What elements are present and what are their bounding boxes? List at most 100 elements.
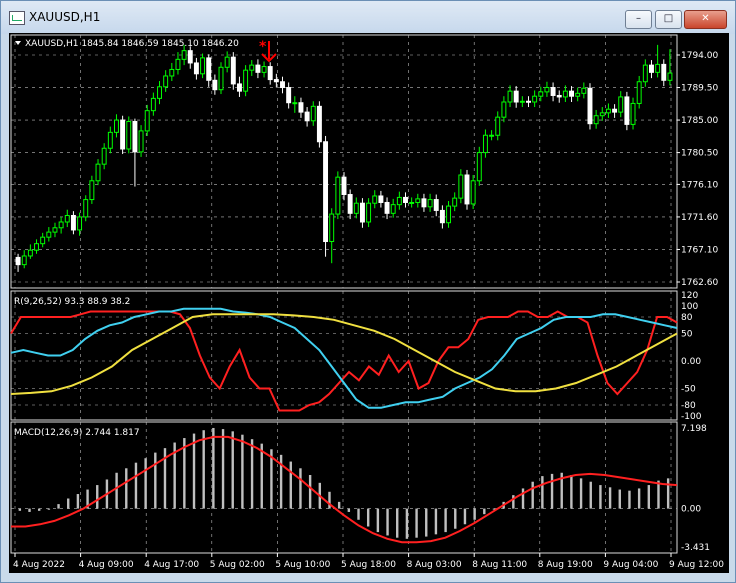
- candle: [446, 201, 452, 228]
- candle: [58, 216, 64, 234]
- indicator-axis-label: 0.00: [681, 357, 701, 367]
- macd-bar: [550, 473, 554, 509]
- macd-bar: [115, 472, 118, 509]
- macd-bar: [434, 508, 438, 535]
- candle: [224, 51, 230, 73]
- macd-bar: [347, 508, 351, 512]
- candle: [70, 211, 76, 235]
- candle: [64, 209, 70, 228]
- candle: [587, 83, 593, 130]
- candle: [113, 114, 119, 138]
- sell-arrow-marker: *: [259, 39, 277, 63]
- panel-collapse-icon[interactable]: [15, 41, 21, 45]
- candle: [562, 85, 568, 102]
- candle: [507, 85, 513, 108]
- macd-bar: [396, 508, 399, 538]
- indicator-axis-label: 100: [681, 302, 698, 312]
- candle: [144, 104, 150, 136]
- time-axis-label: 8 Aug 03:00: [407, 560, 462, 570]
- chart-area[interactable]: XAUUSD,H1 1845.84 1846.59 1845.10 1846.2…: [9, 33, 729, 573]
- time-axis-label: 9 Aug 12:00: [669, 560, 724, 570]
- chart-canvas[interactable]: XAUUSD,H1 1845.84 1846.59 1845.10 1846.2…: [9, 33, 729, 573]
- candle: [470, 175, 476, 209]
- candle: [169, 62, 175, 82]
- candle: [538, 86, 544, 102]
- macd-bar: [454, 508, 457, 529]
- candle: [618, 91, 624, 118]
- candle: [107, 126, 113, 154]
- candle: [15, 253, 21, 272]
- candle: [175, 52, 181, 75]
- macd-bar: [366, 508, 370, 527]
- candle: [550, 82, 556, 102]
- candle: [439, 205, 445, 229]
- price-axis-label: 1780.50: [681, 149, 718, 159]
- candle: [218, 62, 224, 95]
- price-axis-label: 1794.00: [681, 51, 718, 61]
- candle: [495, 111, 501, 141]
- candle: [433, 194, 439, 217]
- candle: [526, 96, 531, 108]
- candle: [556, 90, 562, 103]
- candle: [403, 192, 408, 208]
- close-button[interactable]: ✕: [684, 10, 727, 29]
- macd-bar: [647, 485, 651, 509]
- macd-bar: [483, 508, 486, 515]
- macd-bar: [512, 495, 515, 509]
- candle: [280, 76, 285, 94]
- candle: [77, 212, 83, 236]
- candle: [630, 97, 636, 130]
- candle: [304, 107, 310, 127]
- candle: [359, 198, 365, 228]
- candle: [519, 96, 525, 108]
- macd-bar: [37, 508, 41, 511]
- macd-bar: [260, 443, 263, 509]
- macd-bar: [134, 462, 138, 509]
- macd-bar: [599, 485, 602, 509]
- candle: [593, 109, 599, 129]
- candle: [132, 118, 138, 187]
- maximize-button[interactable]: □: [655, 10, 682, 29]
- panel-frame: [10, 34, 678, 289]
- macd-axis-label: -3.431: [681, 543, 710, 553]
- title-bar[interactable]: XAUUSD,H1 – □ ✕: [1, 1, 735, 34]
- candle: [163, 70, 169, 92]
- macd-bar: [125, 468, 128, 509]
- candle: [21, 250, 27, 269]
- candle: [353, 197, 359, 219]
- candle: [452, 192, 458, 212]
- time-axis-label: 8 Aug 19:00: [538, 560, 593, 570]
- macd-bar: [405, 508, 409, 539]
- svg-text:*: *: [259, 39, 267, 55]
- macd-axis-label: 0.00: [681, 505, 701, 515]
- price-axis-label: 1771.60: [681, 213, 718, 223]
- candle: [636, 75, 642, 109]
- candle: [612, 104, 618, 118]
- candle: [655, 44, 661, 78]
- window-title: XAUUSD,H1: [29, 10, 101, 24]
- candle: [476, 146, 482, 186]
- candle: [193, 57, 199, 80]
- candle: [120, 115, 126, 155]
- candle: [95, 159, 101, 186]
- price-axis-label: 1789.50: [681, 84, 718, 94]
- candle: [187, 46, 193, 69]
- macd-bar: [241, 434, 244, 509]
- time-axis-label: 8 Aug 11:00: [472, 560, 527, 570]
- macd-bar: [28, 508, 31, 512]
- minimize-button[interactable]: –: [625, 10, 652, 29]
- macd-bar: [570, 474, 573, 509]
- price-panel-header: XAUUSD,H1 1845.84 1846.59 1845.10 1846.2…: [25, 39, 239, 49]
- candle: [89, 175, 95, 204]
- macd-bar: [221, 429, 225, 509]
- macd-bar: [666, 478, 670, 509]
- candle: [347, 189, 353, 220]
- panel-frame: [10, 421, 678, 554]
- candle: [200, 53, 206, 79]
- macd-bar: [628, 490, 631, 509]
- candle: [415, 193, 421, 208]
- candle: [157, 81, 162, 105]
- macd-bar: [541, 476, 544, 509]
- time-axis-label: 9 Aug 04:00: [603, 560, 658, 570]
- indicator-axis-label: -50: [681, 385, 696, 395]
